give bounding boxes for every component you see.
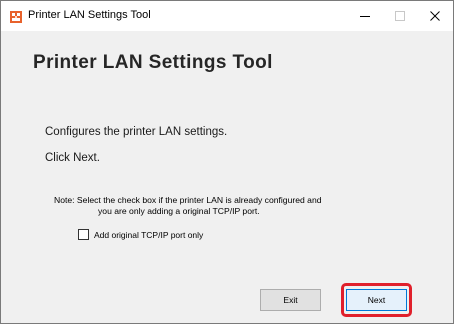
exit-button[interactable]: Exit: [260, 289, 321, 311]
note-line-1: Note: Select the check box if the printe…: [54, 195, 322, 205]
close-icon: [429, 11, 440, 21]
description-text: Configures the printer LAN settings.: [45, 126, 228, 138]
maximize-icon: [394, 11, 405, 21]
minimize-button[interactable]: [347, 1, 382, 31]
close-button[interactable]: [417, 1, 452, 31]
note-text: Note: Select the check box if the printe…: [54, 195, 322, 217]
maximize-button[interactable]: [382, 1, 417, 31]
next-button-highlight: [341, 283, 412, 317]
title-bar[interactable]: Printer LAN Settings Tool: [1, 1, 453, 31]
instruction-text: Click Next.: [45, 152, 100, 164]
printer-app-icon: [10, 10, 22, 23]
app-window: Printer LAN Settings Tool Printer LAN Se…: [0, 0, 454, 324]
page-heading: Printer LAN Settings Tool: [33, 52, 273, 73]
note-line-2: you are only adding a original TCP/IP po…: [98, 206, 260, 216]
tcpip-only-option[interactable]: Add original TCP/IP port only: [78, 229, 203, 240]
tcpip-only-checkbox[interactable]: [78, 229, 89, 240]
window-title: Printer LAN Settings Tool: [28, 9, 151, 21]
tcpip-only-label[interactable]: Add original TCP/IP port only: [94, 230, 203, 240]
minimize-icon: [359, 15, 370, 17]
